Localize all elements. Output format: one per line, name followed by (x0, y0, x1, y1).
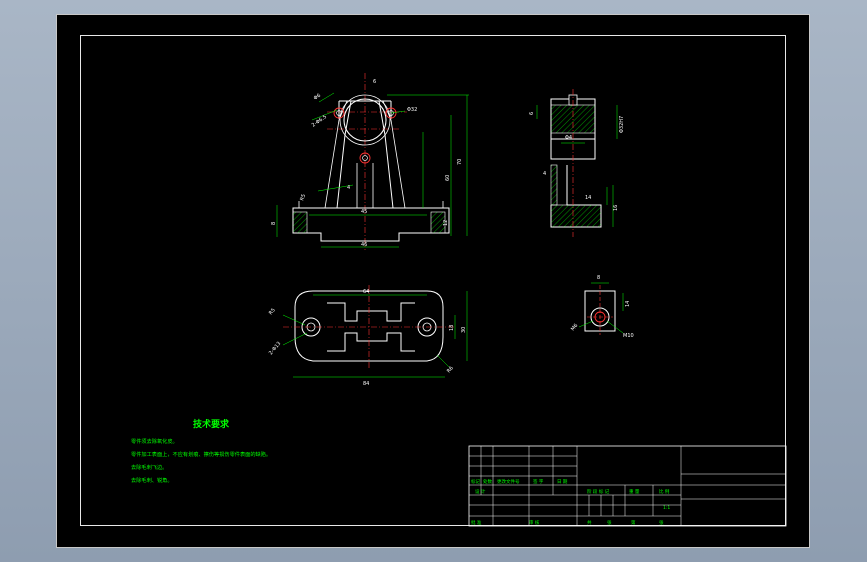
note-line: 去除毛刺、锐角。 (131, 476, 173, 484)
front-dim-4: 45 (361, 209, 367, 215)
title-block: 标记 处数 更改文件号 签 字 日 期 设 计 审 核 阶 段 标 记 重 量 … (468, 445, 787, 527)
drawing-sheet: Φ32 70 60 45 12 46 4 Φ6 8 2-Φ6.5 R5 6 6 … (56, 14, 810, 548)
front-dim-6: 46 (361, 242, 367, 248)
side-dim-5: 14 (585, 195, 591, 201)
notes-title: 技术要求 (193, 418, 230, 430)
front-view: Φ32 70 60 45 12 46 4 Φ6 8 2-Φ6.5 R5 6 (271, 73, 469, 250)
detail-dim-1: 8 (597, 275, 600, 281)
detail-dim-4: M10 (623, 333, 634, 339)
side-dim-4: 4 (543, 171, 546, 177)
front-dim-10: 2-Φ6.5 (311, 114, 328, 129)
tb-label: 签 字 (533, 478, 544, 485)
front-dim-3: 60 (445, 175, 451, 181)
tb-label: 日 期 (557, 479, 568, 485)
front-dim-2: 70 (457, 159, 463, 165)
tb-label: 标记 (471, 478, 480, 485)
side-view: 6 Φ4 Φ32H7 4 14 16 (529, 89, 625, 237)
front-dim-5: 12 (443, 220, 449, 226)
top-dim-3: 18 (449, 325, 455, 331)
tb-label: 审 核 (529, 519, 540, 526)
top-dim-2: 84 (363, 381, 369, 387)
top-dim-4: 30 (461, 327, 467, 333)
front-dim-8: Φ6 (313, 93, 322, 102)
front-dim-7: 4 (347, 185, 350, 191)
cad-drawing: Φ32 70 60 45 12 46 4 Φ6 8 2-Φ6.5 R5 6 6 … (131, 73, 787, 527)
tb-label: 设 计 (475, 488, 486, 495)
front-dim-11: R5 (299, 193, 307, 201)
detail-dim-3: M6 (570, 323, 579, 333)
detail-view: 8 14 M6 M10 (570, 275, 634, 339)
top-dim-6: R5 (268, 307, 277, 316)
front-dim-1: Φ32 (407, 107, 417, 113)
tb-label: 批 准 (471, 519, 482, 526)
technical-notes: 技术要求 零件须去除氧化皮。 零件加工表面上，不应有划痕、擦伤等损伤零件表面的缺… (131, 418, 271, 484)
note-line: 零件须去除氧化皮。 (131, 437, 178, 445)
tb-label: 重 量 (629, 488, 640, 495)
tb-label: 张 (659, 519, 664, 526)
note-line: 去除毛刺飞边。 (131, 463, 167, 471)
side-dim-2: Φ4 (565, 135, 572, 141)
front-dim-12: 6 (373, 79, 376, 85)
front-dim-9: 8 (271, 222, 277, 225)
top-view: 64 84 18 30 2-Φ13 R5 R6 (268, 285, 468, 387)
tb-label: 更改文件号 (497, 478, 520, 485)
top-dim-7: R6 (446, 365, 455, 374)
tb-label: 1:1 (663, 505, 670, 511)
top-dim-1: 64 (363, 289, 369, 295)
note-line: 零件加工表面上，不应有划痕、擦伤等损伤零件表面的缺陷。 (131, 450, 271, 458)
side-dim-6: 16 (613, 205, 619, 211)
tb-label: 第 (631, 519, 636, 526)
tb-label: 比 例 (659, 488, 670, 495)
tb-label: 张 (607, 519, 612, 526)
detail-dim-2: 14 (625, 301, 631, 307)
side-dim-1: 6 (529, 112, 535, 115)
tb-label: 共 (587, 519, 592, 526)
tb-label: 处数 (483, 478, 492, 485)
tb-label: 阶 段 标 记 (587, 488, 610, 495)
side-dim-3: Φ32H7 (619, 116, 625, 133)
top-dim-5: 2-Φ13 (268, 341, 282, 357)
